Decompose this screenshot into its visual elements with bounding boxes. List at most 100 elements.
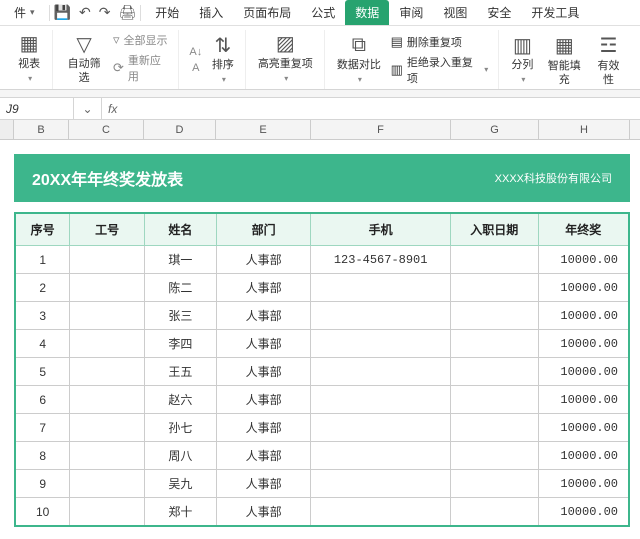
table-row[interactable]: 7孙七人事部10000.00 (15, 414, 629, 442)
show-all-button[interactable]: ▿全部显示 (109, 30, 172, 50)
pivot-table-button[interactable]: ▦ 视表▾ (12, 30, 46, 86)
cell[interactable]: 6 (15, 386, 70, 414)
cell[interactable] (311, 442, 451, 470)
cell[interactable]: 10000.00 (538, 302, 629, 330)
cell[interactable]: 吴九 (145, 470, 217, 498)
table-row[interactable]: 2 陈二人事部 10000.00 (15, 274, 629, 302)
cell[interactable]: 周八 (145, 442, 217, 470)
cell[interactable]: 10000.00 (538, 358, 629, 386)
cell[interactable] (311, 414, 451, 442)
cell[interactable] (70, 358, 145, 386)
tab-安全[interactable]: 安全 (477, 0, 521, 25)
cell[interactable]: 2 (15, 274, 70, 302)
cell[interactable]: 10000.00 (538, 442, 629, 470)
col-header-B[interactable]: B (14, 120, 69, 139)
cell[interactable]: 人事部 (216, 414, 311, 442)
cell[interactable]: 1 (15, 246, 70, 274)
cell[interactable]: 5 (15, 358, 70, 386)
col-header-E[interactable]: E (216, 120, 311, 139)
tab-开发工具[interactable]: 开发工具 (521, 0, 589, 25)
name-box[interactable]: J9 (0, 98, 74, 119)
delete-dup-button[interactable]: ▤删除重复项 (387, 32, 493, 52)
cell[interactable] (450, 246, 538, 274)
tab-审阅[interactable]: 审阅 (389, 0, 433, 25)
table-row[interactable]: 10 郑十人事部 10000.00 (15, 498, 629, 527)
cell[interactable]: 10000.00 (538, 246, 629, 274)
cell[interactable] (311, 274, 451, 302)
table-row[interactable]: 4 李四人事部 10000.00 (15, 330, 629, 358)
split-column-button[interactable]: ▥ 分列▾ (505, 32, 539, 88)
col-header-H[interactable]: H (539, 120, 630, 139)
cell[interactable]: 8 (15, 442, 70, 470)
cell[interactable]: 10000.00 (538, 386, 629, 414)
cell[interactable]: 10 (15, 498, 70, 527)
tab-数据[interactable]: 数据 (345, 0, 389, 25)
fx-dropdown[interactable]: ⌄ (74, 98, 102, 119)
cell[interactable]: 人事部 (216, 498, 311, 527)
cell[interactable]: 王五 (145, 358, 217, 386)
cell[interactable]: 李四 (145, 330, 217, 358)
data-compare-button[interactable]: ⧉ 数据对比▾ (331, 32, 386, 88)
cell[interactable] (311, 330, 451, 358)
cell[interactable]: 人事部 (216, 274, 311, 302)
redo-icon[interactable]: ↷ (99, 4, 111, 21)
table-row[interactable]: 9 吴九人事部 10000.00 (15, 470, 629, 498)
col-header-D[interactable]: D (144, 120, 216, 139)
cell[interactable]: 陈二 (145, 274, 217, 302)
smart-fill-button[interactable]: ▦ 智能填充 (540, 32, 589, 88)
cell[interactable]: 人事部 (216, 442, 311, 470)
cell[interactable] (450, 330, 538, 358)
cell[interactable]: 张三 (145, 302, 217, 330)
sort-button[interactable]: ⇅ 排序▾ (206, 32, 239, 88)
cell[interactable]: 郑十 (145, 498, 217, 527)
select-all-corner[interactable] (0, 120, 14, 139)
tab-页面布局[interactable]: 页面布局 (233, 0, 301, 25)
cell[interactable]: 人事部 (216, 330, 311, 358)
tab-插入[interactable]: 插入 (189, 0, 233, 25)
table-row[interactable]: 8 周八人事部 10000.00 (15, 442, 629, 470)
table-row[interactable]: 3张三人事部10000.00 (15, 302, 629, 330)
cell[interactable] (311, 358, 451, 386)
cell[interactable] (450, 442, 538, 470)
sort-desc-button[interactable]: A (188, 60, 203, 76)
col-header-G[interactable]: G (451, 120, 539, 139)
tab-视图[interactable]: 视图 (433, 0, 477, 25)
file-menu[interactable]: 件▾ (4, 0, 45, 25)
cell[interactable] (311, 470, 451, 498)
cell[interactable] (450, 414, 538, 442)
reapply-button[interactable]: ⟳重新应用 (109, 50, 172, 86)
cell[interactable] (70, 498, 145, 527)
cell[interactable]: 琪一 (145, 246, 217, 274)
cell[interactable]: 人事部 (216, 246, 311, 274)
cell[interactable]: 10000.00 (538, 470, 629, 498)
cell[interactable]: 4 (15, 330, 70, 358)
cell[interactable] (70, 246, 145, 274)
worksheet[interactable]: 20XX年年终奖发放表 XXXX科技股份有限公司 序号工号姓名部门手机入职日期年… (0, 140, 640, 527)
table-row[interactable]: 1琪一人事部123-4567-890110000.00 (15, 246, 629, 274)
print-icon[interactable]: 🖨 (118, 4, 136, 21)
highlight-dup-button[interactable]: ▨ 高亮重复项▾ (252, 30, 318, 86)
cell[interactable] (311, 498, 451, 527)
cell[interactable] (70, 302, 145, 330)
cell[interactable]: 9 (15, 470, 70, 498)
cell[interactable]: 赵六 (145, 386, 217, 414)
cell[interactable] (70, 386, 145, 414)
cell[interactable] (450, 470, 538, 498)
reject-dup-button[interactable]: ▥拒绝录入重复项▾ (387, 52, 493, 88)
cell[interactable]: 10000.00 (538, 274, 629, 302)
cell[interactable] (450, 274, 538, 302)
cell[interactable]: 人事部 (216, 470, 311, 498)
cell[interactable] (70, 470, 145, 498)
cell[interactable]: 10000.00 (538, 498, 629, 527)
cell[interactable] (450, 358, 538, 386)
sort-asc-button[interactable]: A↓ (185, 44, 206, 60)
cell[interactable] (311, 386, 451, 414)
cell[interactable]: 10000.00 (538, 330, 629, 358)
tab-公式[interactable]: 公式 (301, 0, 345, 25)
col-header-F[interactable]: F (311, 120, 451, 139)
table-row[interactable]: 6赵六人事部10000.00 (15, 386, 629, 414)
cell[interactable]: 人事部 (216, 358, 311, 386)
tab-开始[interactable]: 开始 (145, 0, 189, 25)
cell[interactable] (311, 302, 451, 330)
cell[interactable]: 3 (15, 302, 70, 330)
